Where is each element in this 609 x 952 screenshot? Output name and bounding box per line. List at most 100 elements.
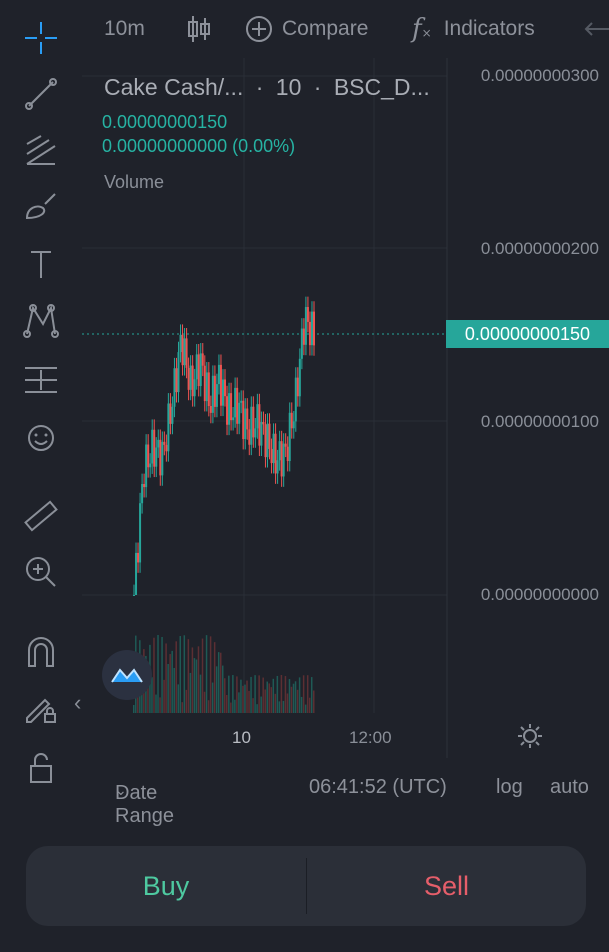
chart-footer: Date Range ⌄ 06:41:52 (UTC) log auto [82,770,609,827]
candle-body [288,412,291,462]
measure-lines-icon[interactable] [20,360,62,400]
tradingview-logo-icon[interactable] [102,650,152,700]
candle-body [141,484,144,504]
collapse-toolbar-icon[interactable]: ‹ [74,690,81,716]
candle-body [159,439,162,476]
volume-bar [236,676,238,713]
candle-body [228,393,231,425]
candle-body [226,396,229,425]
volume-bar [185,689,188,713]
zoom-in-icon[interactable] [20,552,62,592]
interval-selector[interactable]: 10m [104,12,145,46]
volume-bar [284,676,287,713]
chart-canvas[interactable] [82,58,609,758]
volume-bar [199,674,202,713]
volume-bar [254,675,256,713]
candle-body [296,377,299,397]
volume-bar [217,652,220,713]
sell-button[interactable]: Sell [307,846,586,926]
volume-bar [230,702,232,713]
time-tick: 12:00 [349,728,392,747]
candle-body [304,307,307,345]
text-icon[interactable] [20,244,62,284]
volume-bar [280,675,283,713]
price-change: 0.00000000000 (0.00%) [102,136,296,156]
volume-bar [244,684,246,713]
candle-body [286,446,289,462]
volume-bar [169,654,171,713]
volume-bars [133,635,315,713]
auto-toggle[interactable]: auto [550,776,589,799]
candle-body [171,406,174,424]
candle-body [230,393,233,421]
indicators-button[interactable]: f× Indicators [412,12,535,46]
volume-bar [310,677,313,713]
chart-type-button[interactable] [186,12,220,46]
volume-bar [161,636,163,713]
trend-line-icon[interactable] [20,74,62,114]
volume-bar [177,684,179,713]
undo-icon[interactable] [582,12,609,46]
volume-bar [238,692,240,713]
ruler-icon[interactable] [20,496,62,536]
candle-body [280,441,283,477]
volume-bar [133,705,135,713]
fib-icon[interactable] [20,130,62,170]
buy-button[interactable]: Buy [26,846,306,926]
volume-bar [209,636,212,713]
candle-body [209,406,212,413]
candle-body [183,338,186,366]
magnet-icon[interactable] [20,632,62,672]
volume-bar [195,659,198,713]
buy-label: Buy [142,870,190,901]
volume-bar [276,675,279,713]
candle-body [195,354,198,380]
volume-bar [171,650,173,713]
settings-gear-icon[interactable] [516,722,544,755]
candle-body [306,307,309,322]
volume-bar [213,642,216,713]
symbol-legend[interactable]: Cake Cash/... · 10 · BSC_D... [104,74,430,101]
volume-bar [313,690,315,713]
candle-body [207,372,210,407]
candle-body [147,444,150,468]
candle-body [199,353,202,387]
legend-separator: · [313,74,322,100]
lock-pencil-icon[interactable] [20,688,62,728]
candle-body [258,404,261,446]
brush-icon[interactable] [20,186,62,226]
candle-body [181,334,184,366]
candle-body [224,379,227,397]
candle-body [270,448,273,464]
volume-bar [157,635,159,713]
candle-body [292,421,295,429]
candle-body [252,406,255,438]
volume-bar [288,679,291,713]
chart-pane[interactable]: Cake Cash/... · 10 · BSC_D... 0.00000000… [82,58,609,758]
candle-body [300,328,303,359]
volume-bar [163,679,165,713]
candle-body [236,387,239,424]
compare-button[interactable]: Compare [244,12,368,46]
pattern-icon[interactable] [20,300,62,340]
symbol-name: Cake Cash/... [104,74,244,100]
volume-bar [306,675,309,713]
volume-bar [211,682,214,713]
volume-bar [294,681,297,713]
candle-body [308,321,311,346]
unlock-icon[interactable] [20,748,62,788]
volume-legend[interactable]: Volume [104,172,164,193]
volume-bar [266,681,268,713]
volume-bar [308,697,311,713]
log-toggle[interactable]: log [496,776,523,799]
price-tick: 0.00000000000 [480,585,599,604]
crosshair-icon[interactable] [20,18,62,58]
volume-bar [205,635,208,713]
volume-bar [264,689,266,713]
candle-body [313,311,315,346]
utc-clock[interactable]: 06:41:52 (UTC) [309,776,447,799]
candle-body [302,328,305,345]
candle-body [290,412,293,429]
emoji-icon[interactable] [20,418,62,458]
candle-body [155,447,158,467]
